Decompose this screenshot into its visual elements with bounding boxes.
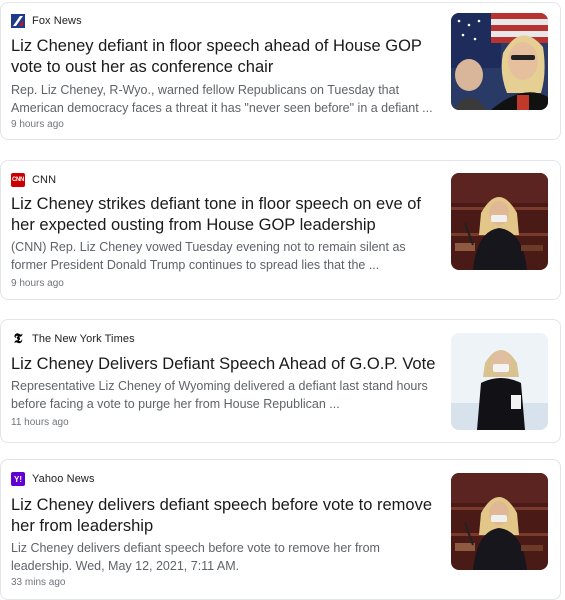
article-headline[interactable]: Liz Cheney defiant in floor speech ahead… bbox=[11, 36, 436, 78]
news-card-fox-news[interactable]: Fox News Liz Cheney defiant in floor spe… bbox=[0, 2, 561, 140]
article-thumbnail[interactable] bbox=[451, 333, 548, 430]
yahoo-logo-icon: Y! bbox=[11, 472, 25, 486]
snippet-line: Rep. Liz Cheney, R-Wyo., warned fellow R… bbox=[11, 83, 400, 97]
news-card-cnn[interactable]: CNN CNN Liz Cheney strikes defiant tone … bbox=[0, 160, 561, 300]
cnn-logo-icon: CNN bbox=[11, 173, 25, 187]
news-source: 𝕿 The New York Times bbox=[11, 331, 135, 347]
source-name: Yahoo News bbox=[32, 473, 95, 485]
article-headline[interactable]: Liz Cheney strikes defiant tone in floor… bbox=[11, 194, 436, 236]
fox-news-logo-icon bbox=[11, 14, 25, 28]
snippet-line: before facing a vote to purge her from H… bbox=[11, 397, 340, 411]
article-thumbnail[interactable] bbox=[451, 173, 548, 270]
article-snippet: Representative Liz Cheney of Wyoming del… bbox=[11, 377, 436, 413]
article-snippet: Liz Cheney delivers defiant speech befor… bbox=[11, 539, 436, 575]
source-name: The New York Times bbox=[32, 333, 135, 345]
article-thumbnail[interactable] bbox=[451, 473, 548, 570]
snippet-line: Representative Liz Cheney of Wyoming del… bbox=[11, 379, 428, 393]
article-headline[interactable]: Liz Cheney delivers defiant speech befor… bbox=[11, 495, 436, 537]
article-time: 11 hours ago bbox=[11, 417, 69, 428]
snippet-line: former President Donald Trump continues … bbox=[11, 258, 380, 272]
article-time: 9 hours ago bbox=[11, 278, 64, 289]
nyt-logo-icon: 𝕿 bbox=[13, 331, 23, 347]
article-headline[interactable]: Liz Cheney Delivers Defiant Speech Ahead… bbox=[11, 354, 436, 375]
news-source: Fox News bbox=[11, 13, 82, 29]
article-thumbnail[interactable] bbox=[451, 13, 548, 110]
article-time: 9 hours ago bbox=[11, 119, 64, 130]
news-card-yahoo-news[interactable]: Y! Yahoo News Liz Cheney delivers defian… bbox=[0, 459, 561, 600]
snippet-line: American democracy faces a threat it has… bbox=[11, 101, 433, 115]
snippet-line: (CNN) Rep. Liz Cheney vowed Tuesday even… bbox=[11, 240, 406, 254]
news-source: CNN CNN bbox=[11, 172, 56, 188]
article-time: 33 mins ago bbox=[11, 577, 66, 588]
news-source: Y! Yahoo News bbox=[11, 471, 95, 487]
source-name: Fox News bbox=[32, 15, 82, 27]
snippet-line: leadership. Wed, May 12, 2021, 7:11 AM. bbox=[11, 559, 240, 573]
news-card-nyt[interactable]: 𝕿 The New York Times Liz Cheney Delivers… bbox=[0, 319, 561, 443]
snippet-line: Liz Cheney delivers defiant speech befor… bbox=[11, 541, 380, 555]
source-name: CNN bbox=[32, 174, 57, 186]
article-snippet: (CNN) Rep. Liz Cheney vowed Tuesday even… bbox=[11, 238, 436, 274]
article-snippet: Rep. Liz Cheney, R-Wyo., warned fellow R… bbox=[11, 81, 436, 117]
